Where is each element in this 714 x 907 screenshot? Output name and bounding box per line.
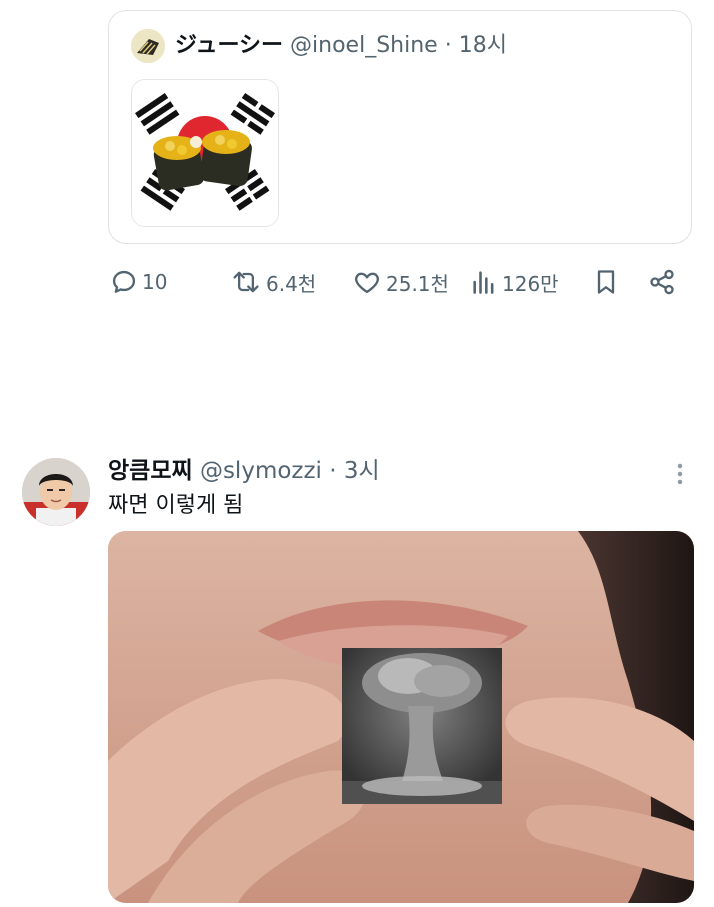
post-author-avatar[interactable]	[22, 458, 90, 526]
flag-sushi-image	[132, 80, 278, 226]
reply-count: 10	[142, 270, 168, 294]
repost-count: 6.4천	[266, 271, 317, 296]
post-timestamp[interactable]: 3시	[344, 458, 380, 484]
share-button[interactable]	[648, 262, 676, 302]
more-options-button[interactable]	[670, 460, 690, 488]
quoted-tweet-card[interactable]: ジューシー @inoel_Shine · 18시	[108, 10, 692, 244]
repost-button[interactable]: 6.4천	[230, 262, 316, 302]
bookmark-icon	[597, 270, 615, 294]
lips-mushroom-cloud-image	[108, 531, 694, 903]
reply-button[interactable]: 10	[110, 262, 167, 302]
header-separator: ·	[444, 33, 452, 58]
heart-icon	[355, 272, 379, 294]
bookmark-button[interactable]	[592, 262, 620, 302]
views-button[interactable]: 126만	[470, 262, 559, 302]
post-header: 앙큼모찌 @slymozzi · 3시	[108, 455, 380, 487]
quoted-media-thumbnail[interactable]	[131, 79, 279, 227]
header-separator: ·	[329, 458, 337, 484]
quoted-timestamp[interactable]: 18시	[459, 33, 507, 58]
post-author-name[interactable]: 앙큼모찌	[108, 458, 193, 484]
views-icon	[473, 271, 494, 294]
quoted-author-avatar[interactable]	[131, 29, 165, 63]
post-author-handle[interactable]: @slymozzi	[200, 458, 322, 484]
quoted-author-name[interactable]: ジューシー	[175, 33, 283, 58]
post-media-image[interactable]	[108, 531, 694, 903]
views-count: 126만	[502, 271, 559, 296]
more-vertical-icon	[677, 463, 683, 485]
like-button[interactable]: 25.1천	[352, 262, 449, 302]
quoted-tweet-header: ジューシー @inoel_Shine · 18시	[175, 31, 507, 61]
repost-icon	[233, 271, 259, 293]
share-icon	[650, 269, 674, 295]
quoted-author-handle[interactable]: @inoel_Shine	[290, 33, 438, 58]
tweet-action-bar: 10 6.4천 25.1천 126만	[110, 262, 690, 302]
post-text: 짜면 이렇게 됨	[108, 493, 244, 518]
reply-icon	[112, 270, 136, 293]
like-count: 25.1천	[386, 271, 449, 296]
